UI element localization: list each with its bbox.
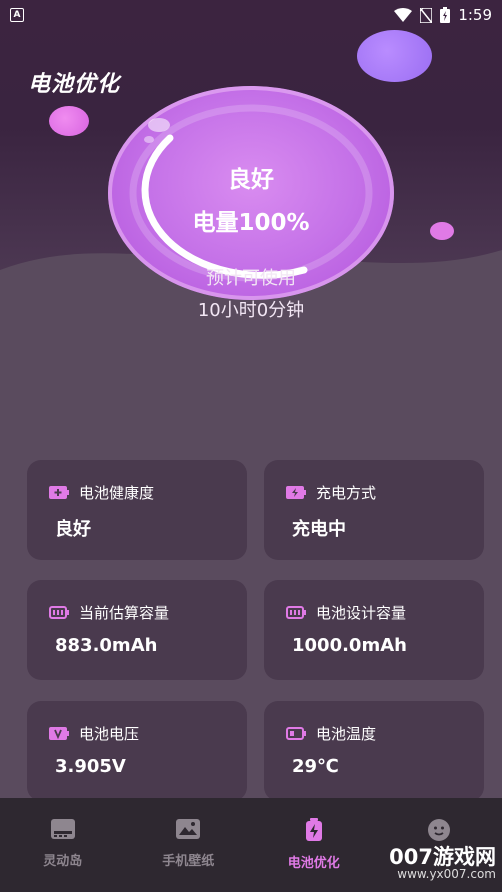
watermark-url: www.yx007.com bbox=[397, 867, 496, 882]
wallpaper-icon bbox=[176, 819, 201, 839]
card-charging-mode[interactable]: 充电方式 充电中 bbox=[264, 460, 484, 560]
battery-status: 良好 bbox=[228, 167, 274, 193]
decorative-bubble bbox=[430, 222, 454, 240]
bubble-highlight bbox=[144, 136, 154, 143]
clock: 1:59 bbox=[458, 6, 492, 24]
battery-voltage-icon bbox=[49, 727, 69, 740]
card-value: 883.0mAh bbox=[55, 635, 158, 656]
card-estimated-capacity[interactable]: 当前估算容量 883.0mAh bbox=[27, 580, 247, 680]
card-value: 充电中 bbox=[292, 519, 346, 540]
battery-full-icon bbox=[49, 606, 69, 619]
card-label: 充电方式 bbox=[316, 484, 377, 502]
sim-off-icon bbox=[420, 7, 433, 23]
decorative-bubble bbox=[49, 106, 89, 136]
battery-charging-icon bbox=[286, 486, 306, 499]
card-label: 当前估算容量 bbox=[79, 604, 170, 622]
wifi-icon bbox=[394, 8, 413, 22]
card-value: 29℃ bbox=[292, 756, 339, 777]
battery-bolt-icon bbox=[305, 818, 322, 841]
card-label: 电池设计容量 bbox=[316, 604, 407, 622]
battery-level: 电量100% bbox=[192, 210, 310, 236]
battery-plus-icon bbox=[49, 486, 69, 499]
battery-charging-icon bbox=[440, 7, 451, 23]
card-value: 良好 bbox=[55, 519, 91, 540]
card-value: 1000.0mAh bbox=[292, 635, 407, 656]
status-bar: A 1:59 bbox=[0, 0, 502, 30]
nav-item-wallpaper[interactable]: 手机壁纸 bbox=[126, 798, 252, 892]
card-label: 电池电压 bbox=[79, 725, 140, 743]
watermark: 007游戏网 www.yx007.com bbox=[389, 846, 496, 881]
watermark-title: 007游戏网 bbox=[389, 845, 496, 869]
card-battery-health[interactable]: 电池健康度 良好 bbox=[27, 460, 247, 560]
nav-item-dynamic-island[interactable]: 灵动岛 bbox=[0, 798, 126, 892]
card-battery-temperature[interactable]: 电池温度 29℃ bbox=[264, 701, 484, 801]
island-icon bbox=[50, 819, 75, 839]
card-value: 3.905V bbox=[55, 756, 126, 777]
page-title: 电池优化 bbox=[28, 72, 121, 97]
nav-label: 电池优化 bbox=[287, 856, 340, 871]
remaining-time-value: 10小时0分钟 bbox=[197, 300, 305, 321]
remaining-time-label: 预计可使用 bbox=[206, 268, 296, 289]
nav-label: 灵动岛 bbox=[43, 854, 83, 869]
decorative-bubble bbox=[357, 30, 432, 82]
app-notification-icon: A bbox=[10, 8, 24, 22]
card-label: 电池健康度 bbox=[79, 484, 155, 502]
card-label: 电池温度 bbox=[316, 725, 377, 743]
nav-label: 手机壁纸 bbox=[162, 854, 215, 869]
battery-full-icon bbox=[286, 606, 306, 619]
nav-item-battery-optimize[interactable]: 电池优化 bbox=[251, 798, 377, 892]
bubble-highlight bbox=[148, 118, 170, 132]
battery-temperature-icon bbox=[286, 727, 306, 740]
smiley-icon bbox=[428, 819, 451, 841]
card-design-capacity[interactable]: 电池设计容量 1000.0mAh bbox=[264, 580, 484, 680]
card-battery-voltage[interactable]: 电池电压 3.905V bbox=[27, 701, 247, 801]
